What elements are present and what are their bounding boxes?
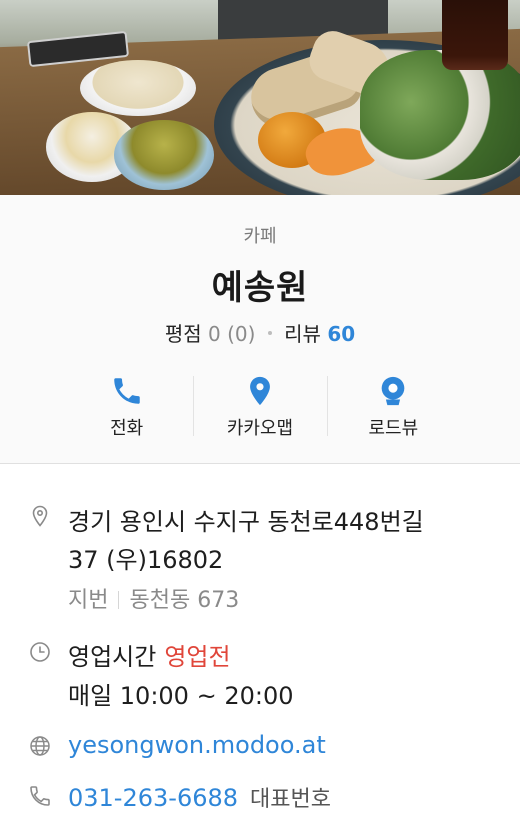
jibun-address: 지번 동천동 673 [68, 582, 239, 614]
place-name: 예송원 [211, 268, 309, 308]
call-button[interactable]: 전화 [60, 370, 193, 440]
hours-status: 영업전 [164, 643, 231, 671]
roadview-icon [381, 376, 405, 406]
globe-icon [30, 736, 50, 756]
action-bar: 전화 카카오맵 로드뷰 [60, 370, 460, 440]
address-line-2[interactable]: 37 (우)16802 [68, 540, 223, 575]
hours-value: 매일 10:00 ~ 20:00 [68, 682, 294, 710]
place-category: 카페 [243, 226, 277, 247]
review-label: 리뷰 [284, 322, 321, 346]
clock-icon [30, 642, 50, 662]
roadview-label: 로드뷰 [368, 418, 419, 439]
phone-row: 031-263-6688 대표번호 [68, 781, 331, 813]
rating-label: 평점 [164, 322, 202, 346]
phone-note: 대표번호 [250, 787, 331, 812]
business-hours-header[interactable]: 영업시간 영업전 [68, 637, 231, 672]
kakaomap-label: 카카오맵 [226, 418, 294, 439]
map-pin-icon [250, 376, 270, 406]
rating-value: 0 (0) [208, 322, 256, 346]
jibun-value: 동천동 673 [129, 588, 240, 613]
phone-icon [113, 378, 140, 404]
jibun-separator [118, 591, 120, 609]
call-label: 전화 [110, 418, 144, 439]
review-count[interactable]: 60 [327, 322, 355, 346]
roadview-button[interactable]: 로드뷰 [326, 370, 460, 440]
separator-dot [267, 330, 272, 335]
kakaomap-button[interactable]: 카카오맵 [193, 370, 326, 440]
location-icon [32, 505, 48, 527]
photo-soup-bowl [80, 60, 196, 116]
photo-pickle-bowl [114, 120, 214, 190]
photo-drink [442, 0, 508, 70]
website-link[interactable]: yesongwon.modoo.at [68, 731, 326, 759]
address-line-1[interactable]: 경기 용인시 수지구 동천로448번길 [68, 502, 424, 537]
phone-number-link[interactable]: 031-263-6688 [68, 784, 238, 812]
jibun-label: 지번 [68, 588, 109, 613]
phone-outline-icon [30, 786, 50, 806]
rating-row: 평점 0 (0) 리뷰 60 [0, 318, 520, 347]
hours-label: 영업시간 [68, 643, 157, 671]
place-photo[interactable] [0, 0, 520, 195]
